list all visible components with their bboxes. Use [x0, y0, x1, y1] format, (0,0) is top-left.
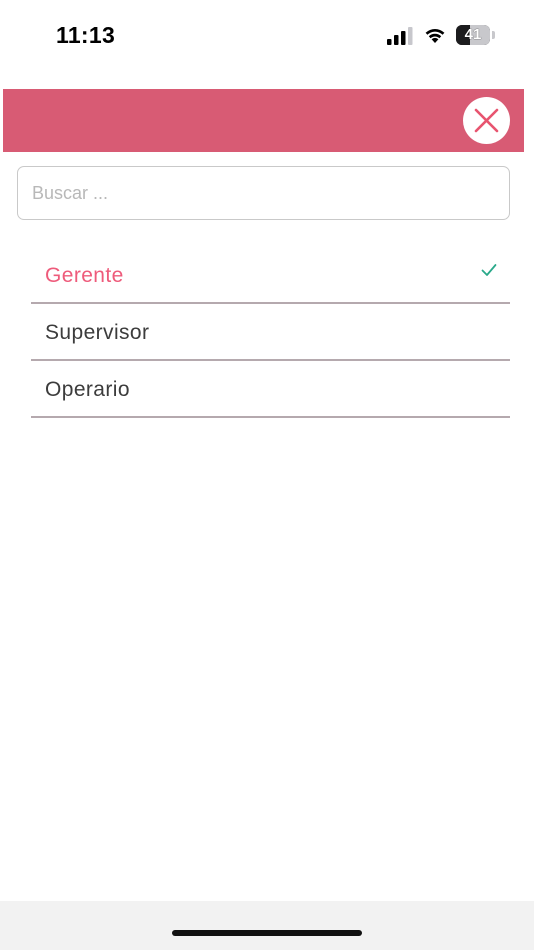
- close-icon: [474, 108, 499, 133]
- close-button[interactable]: [463, 97, 510, 144]
- option-label: Supervisor: [45, 321, 150, 344]
- option-label: Operario: [45, 378, 130, 401]
- status-bar: 11:13 41: [0, 0, 534, 72]
- modal-header: [3, 89, 524, 152]
- option-item-gerente[interactable]: Gerente: [31, 238, 510, 304]
- option-item-supervisor[interactable]: Supervisor: [31, 304, 510, 361]
- option-item-operario[interactable]: Operario: [31, 361, 510, 418]
- battery-icon: 41: [456, 25, 490, 45]
- signal-icon: [387, 27, 413, 45]
- status-time: 11:13: [56, 22, 116, 48]
- screen: 11:13 41 Gerente: [0, 0, 534, 950]
- search-input[interactable]: [17, 166, 510, 220]
- battery-level: 41: [464, 26, 482, 43]
- wifi-icon: [425, 28, 445, 43]
- home-area: [0, 901, 534, 950]
- battery-cap: [492, 31, 495, 39]
- check-icon: [481, 264, 497, 276]
- option-label: Gerente: [45, 264, 124, 287]
- home-indicator[interactable]: [172, 930, 362, 936]
- options-list: Gerente Supervisor Operario: [31, 238, 510, 418]
